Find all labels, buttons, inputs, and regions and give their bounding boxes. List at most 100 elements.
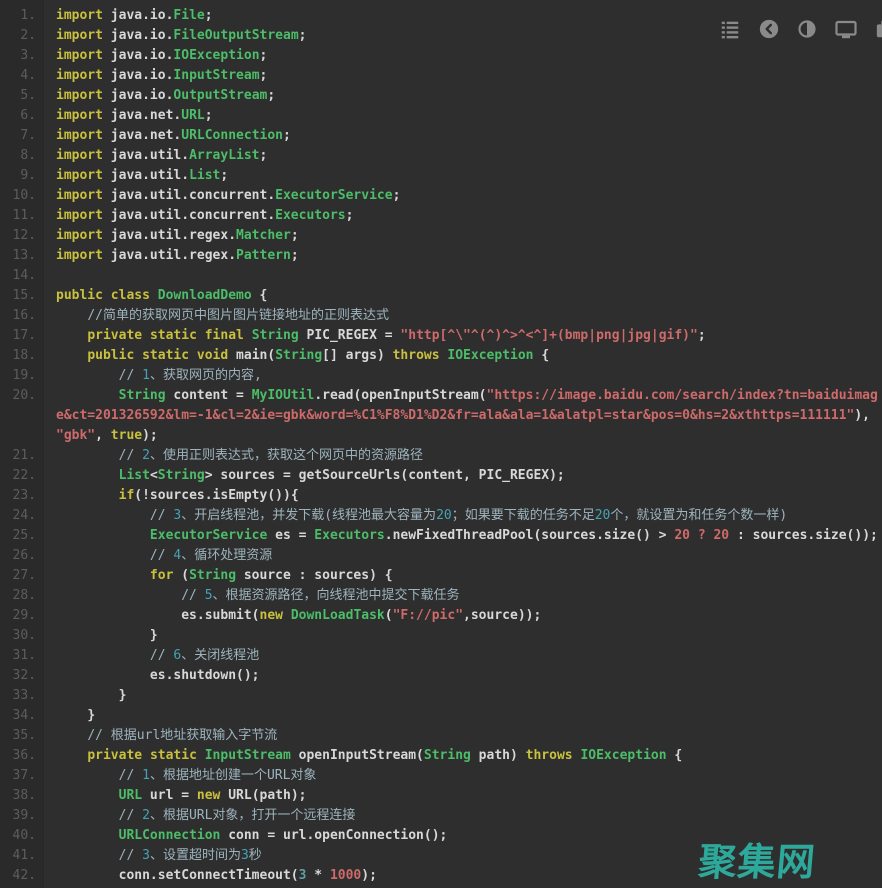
line-number: 12. <box>0 226 44 246</box>
line-number: 18. <box>0 346 44 366</box>
code-line: 37. // 1、根据地址创建一个URL对象 <box>0 766 882 786</box>
code-text: // 4、循环处理资源 <box>44 546 882 566</box>
code-line: 15.public class DownloadDemo { <box>0 286 882 306</box>
code-text: es.submit(new DownLoadTask("F://pic",sou… <box>44 606 882 626</box>
line-number: 42. <box>0 866 44 886</box>
code-line: 13.import java.util.regex.Pattern; <box>0 246 882 266</box>
code-text: for (String source : sources) { <box>44 566 882 586</box>
code-text: private static InputStream openInputStre… <box>44 746 882 766</box>
line-number: 33. <box>0 686 44 706</box>
line-number: 34. <box>0 706 44 726</box>
code-text: // 2、根据URL对象，打开一个远程连接 <box>44 806 882 826</box>
code-text: List<String> sources = getSourceUrls(con… <box>44 466 882 486</box>
code-line: 3.import java.io.IOException; <box>0 46 882 66</box>
copy-icon[interactable] <box>875 18 882 40</box>
code-line: 12.import java.util.regex.Matcher; <box>0 226 882 246</box>
monitor-icon[interactable] <box>834 17 858 41</box>
code-line: 29. es.submit(new DownLoadTask("F://pic"… <box>0 606 882 626</box>
line-number: 37. <box>0 766 44 786</box>
line-number: 24. <box>0 506 44 526</box>
code-line: 20. String content = MyIOUtil.read(openI… <box>0 386 882 446</box>
code-line: 7.import java.net.URLConnection; <box>0 126 882 146</box>
list-icon[interactable] <box>719 18 741 40</box>
line-number: 19. <box>0 366 44 386</box>
code-line: 28. // 5、根据资源路径，向线程池中提交下载任务 <box>0 586 882 606</box>
code-line: 25. ExecutorService es = Executors.newFi… <box>0 526 882 546</box>
line-number: 29. <box>0 606 44 626</box>
line-number: 38. <box>0 786 44 806</box>
code-text: // 3、设置超时间为3秒 <box>44 846 882 866</box>
line-number: 8. <box>0 146 44 166</box>
code-line: 31. // 6、关闭线程池 <box>0 646 882 666</box>
line-number: 7. <box>0 126 44 146</box>
chevron-left-circle-icon[interactable] <box>758 18 780 40</box>
code-text: public class DownloadDemo { <box>44 286 882 306</box>
code-text: } <box>44 706 882 726</box>
code-text: // 1、获取网页的内容, <box>44 366 882 386</box>
code-line: 33. } <box>0 686 882 706</box>
code-text: import java.io.IOException; <box>44 46 882 66</box>
code-text: // 2、使用正则表达式，获取这个网页中的资源路径 <box>44 446 882 466</box>
code-line: 38. URL url = new URL(path); <box>0 786 882 806</box>
line-number: 1. <box>0 6 44 26</box>
code-line: 34. } <box>0 706 882 726</box>
line-number: 10. <box>0 186 44 206</box>
code-text: public static void main(String[] args) t… <box>44 346 882 366</box>
code-text: // 3、开启线程池，并发下载(线程池最大容量为20；如果要下载的任务不足20个… <box>44 506 882 526</box>
code-text: // 5、根据资源路径，向线程池中提交下载任务 <box>44 586 882 606</box>
line-number: 3. <box>0 46 44 66</box>
code-line: 21. // 2、使用正则表达式，获取这个网页中的资源路径 <box>0 446 882 466</box>
code-text: } <box>44 686 882 706</box>
code-line: 18. public static void main(String[] arg… <box>0 346 882 366</box>
line-number: 22. <box>0 466 44 486</box>
code-text: import java.net.URL; <box>44 106 882 126</box>
line-number: 41. <box>0 846 44 866</box>
code-line: 5.import java.io.OutputStream; <box>0 86 882 106</box>
code-text: import java.util.concurrent.ExecutorServ… <box>44 186 882 206</box>
line-number: 5. <box>0 86 44 106</box>
code-line: 11.import java.util.concurrent.Executors… <box>0 206 882 226</box>
code-line: 10.import java.util.concurrent.ExecutorS… <box>0 186 882 206</box>
code-text: URLConnection conn = url.openConnection(… <box>44 826 882 846</box>
code-line: 23. if(!sources.isEmpty()){ <box>0 486 882 506</box>
code-text <box>44 266 882 286</box>
code-text: URL url = new URL(path); <box>44 786 882 806</box>
line-number: 14. <box>0 266 44 286</box>
code-text: import java.util.regex.Pattern; <box>44 246 882 266</box>
code-text: import java.util.regex.Matcher; <box>44 226 882 246</box>
code-text: import java.util.List; <box>44 166 882 186</box>
code-text: import java.util.concurrent.Executors; <box>44 206 882 226</box>
code-line: 24. // 3、开启线程池，并发下载(线程池最大容量为20；如果要下载的任务不… <box>0 506 882 526</box>
line-number: 35. <box>0 726 44 746</box>
line-number: 30. <box>0 626 44 646</box>
line-number: 15. <box>0 286 44 306</box>
code-text: conn.setConnectTimeout(3 * 1000); <box>44 866 882 886</box>
code-line: 8.import java.util.ArrayList; <box>0 146 882 166</box>
code-line: 19. // 1、获取网页的内容, <box>0 366 882 386</box>
line-number: 13. <box>0 246 44 266</box>
line-number: 9. <box>0 166 44 186</box>
line-number: 40. <box>0 826 44 846</box>
line-number: 27. <box>0 566 44 586</box>
code-line: 16. //简单的获取网页中图片图片链接地址的正则表达式 <box>0 306 882 326</box>
code-line: 32. es.shutdown(); <box>0 666 882 686</box>
line-number: 11. <box>0 206 44 226</box>
code-text: private static final String PIC_REGEX = … <box>44 326 882 346</box>
snippet-toolbar <box>719 17 882 41</box>
line-number: 4. <box>0 66 44 86</box>
code-line: 35. // 根据url地址获取输入字节流 <box>0 726 882 746</box>
line-number: 36. <box>0 746 44 766</box>
code-line: 42. conn.setConnectTimeout(3 * 1000); <box>0 866 882 886</box>
line-number: 21. <box>0 446 44 466</box>
code-text: import java.io.OutputStream; <box>44 86 882 106</box>
code-snippet-viewer: 1.import java.io.File;2.import java.io.F… <box>0 0 882 888</box>
line-number: 16. <box>0 306 44 326</box>
code-line: 26. // 4、循环处理资源 <box>0 546 882 566</box>
code-line: 17. private static final String PIC_REGE… <box>0 326 882 346</box>
code-line: 39. // 2、根据URL对象，打开一个远程连接 <box>0 806 882 826</box>
contrast-icon[interactable] <box>797 19 817 39</box>
code-line: 14. <box>0 266 882 286</box>
code-line: 22. List<String> sources = getSourceUrls… <box>0 466 882 486</box>
code-text: import java.io.InputStream; <box>44 66 882 86</box>
line-number: 2. <box>0 26 44 46</box>
